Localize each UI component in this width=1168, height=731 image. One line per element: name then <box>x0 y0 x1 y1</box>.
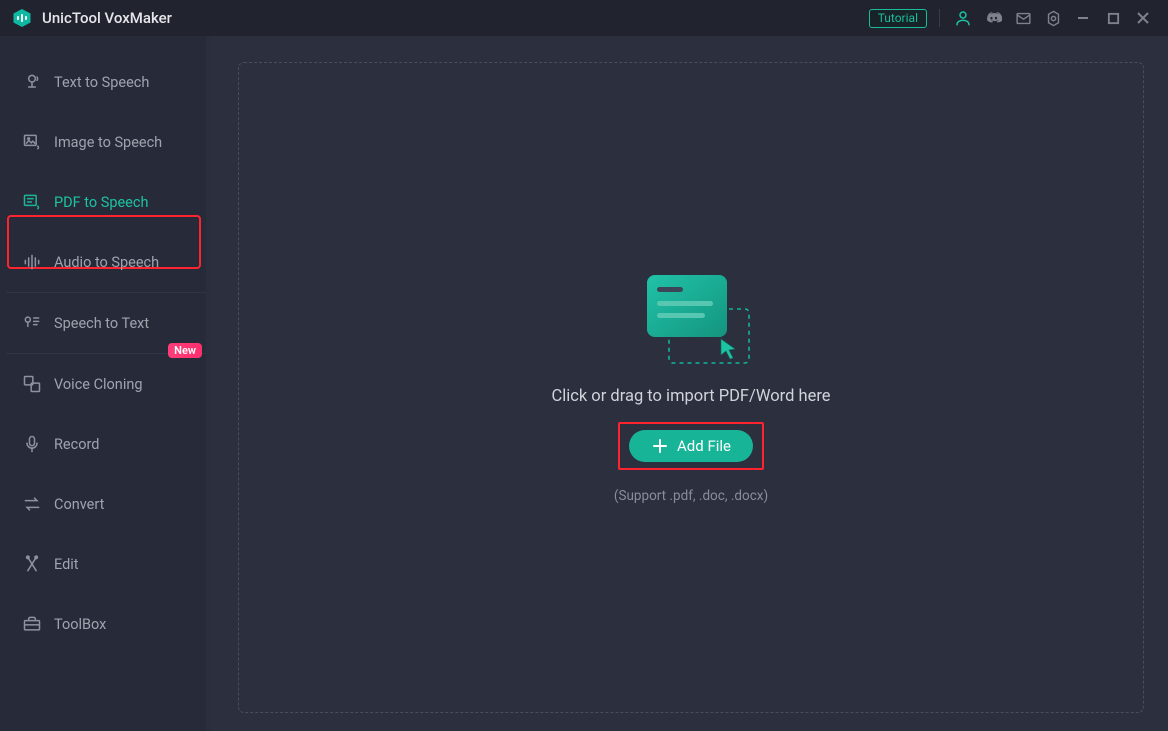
nav-label: Speech to Text <box>54 315 149 332</box>
add-file-label: Add File <box>677 437 731 455</box>
nav-image-to-speech[interactable]: Image to Speech <box>0 112 212 172</box>
discord-icon[interactable] <box>980 5 1006 31</box>
edit-icon <box>22 554 42 574</box>
pdf-to-speech-icon <box>22 192 42 212</box>
add-file-highlight: Add File <box>618 422 764 470</box>
mail-icon[interactable] <box>1010 5 1036 31</box>
maximize-button[interactable] <box>1100 5 1126 31</box>
text-to-speech-icon <box>22 72 42 92</box>
tutorial-button[interactable]: Tutorial <box>869 9 927 28</box>
add-file-button[interactable]: Add File <box>629 430 753 462</box>
nav-edit[interactable]: Edit <box>0 534 212 594</box>
app-logo-icon <box>12 8 32 28</box>
titlebar-divider <box>939 9 940 27</box>
settings-icon[interactable] <box>1040 5 1066 31</box>
new-badge: New <box>168 343 202 358</box>
toolbox-icon <box>22 614 42 634</box>
record-icon <box>22 434 42 454</box>
title-bar: UnicTool VoxMaker Tutorial <box>0 0 1168 36</box>
image-to-speech-icon <box>22 132 42 152</box>
nav-audio-to-speech[interactable]: Audio to Speech <box>0 232 212 292</box>
nav-label: ToolBox <box>54 616 106 633</box>
nav-label: Record <box>54 436 99 453</box>
content-area: Click or drag to import PDF/Word here Ad… <box>212 36 1168 731</box>
nav-label: Audio to Speech <box>54 254 159 271</box>
nav-label: PDF to Speech <box>54 194 148 211</box>
close-button[interactable] <box>1130 5 1156 31</box>
minimize-button[interactable] <box>1070 5 1096 31</box>
nav-label: Edit <box>54 556 79 573</box>
support-formats-text: (Support .pdf, .doc, .docx) <box>614 488 768 504</box>
plus-icon <box>651 437 669 455</box>
nav-pdf-to-speech[interactable]: PDF to Speech <box>0 172 212 232</box>
audio-to-speech-icon <box>22 252 42 272</box>
nav-label: Image to Speech <box>54 134 162 151</box>
account-icon[interactable] <box>950 5 976 31</box>
app-title: UnicTool VoxMaker <box>42 9 172 27</box>
nav-convert[interactable]: Convert <box>0 474 212 534</box>
voice-cloning-icon <box>22 374 42 394</box>
speech-to-text-icon <box>22 313 42 333</box>
nav-toolbox[interactable]: ToolBox <box>0 594 212 654</box>
nav-label: Voice Cloning <box>54 376 143 393</box>
nav-text-to-speech[interactable]: Text to Speech <box>0 52 212 112</box>
dropzone-illustration-icon <box>621 271 761 371</box>
nav-record[interactable]: Record <box>0 414 212 474</box>
nav-voice-cloning[interactable]: New Voice Cloning <box>0 354 212 414</box>
convert-icon <box>22 494 42 514</box>
nav-label: Convert <box>54 496 104 513</box>
file-dropzone[interactable]: Click or drag to import PDF/Word here Ad… <box>238 62 1144 713</box>
nav-label: Text to Speech <box>54 74 149 91</box>
dropzone-message: Click or drag to import PDF/Word here <box>551 387 830 406</box>
main-area: Text to Speech Image to Speech PDF to Sp… <box>0 36 1168 731</box>
sidebar: Text to Speech Image to Speech PDF to Sp… <box>0 36 212 731</box>
